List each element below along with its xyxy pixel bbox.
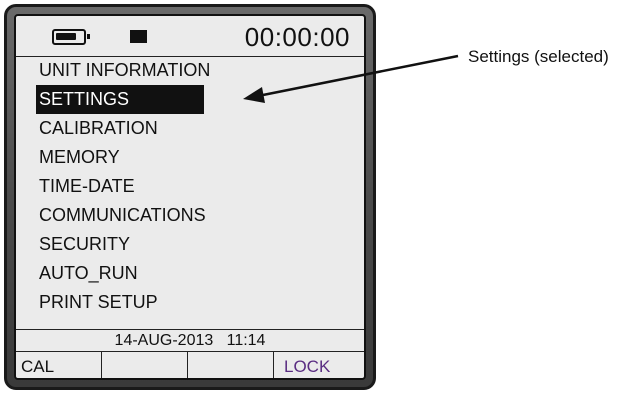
menu-item-unit-information[interactable]: UNIT INFORMATION — [36, 56, 213, 85]
menu-item-communications[interactable]: COMMUNICATIONS — [36, 201, 213, 230]
menu-item-settings[interactable]: SETTINGS — [36, 85, 204, 114]
status-bar: 00:00:00 — [16, 16, 364, 57]
softkey-3[interactable] — [188, 352, 274, 378]
main-menu: UNIT INFORMATION SETTINGS CALIBRATION ME… — [36, 56, 213, 317]
menu-item-time-date[interactable]: TIME-DATE — [36, 172, 213, 201]
softkey-cal[interactable]: CAL — [16, 352, 102, 378]
callout-label: Settings (selected) — [468, 47, 609, 66]
softkey-bar: CAL LOCK — [16, 352, 364, 378]
lcd-screen: 00:00:00 UNIT INFORMATION SETTINGS CALIB… — [14, 14, 366, 380]
menu-item-security[interactable]: SECURITY — [36, 230, 213, 259]
menu-item-calibration[interactable]: CALIBRATION — [36, 114, 213, 143]
figure: 00:00:00 UNIT INFORMATION SETTINGS CALIB… — [0, 0, 643, 397]
date-time-display: 14-AUG-2013 11:14 — [16, 329, 364, 352]
record-icon — [130, 30, 147, 43]
softkey-2[interactable] — [102, 352, 188, 378]
menu-item-print-setup[interactable]: PRINT SETUP — [36, 288, 213, 317]
menu-item-memory[interactable]: MEMORY — [36, 143, 213, 172]
softkey-lock[interactable]: LOCK — [274, 352, 364, 378]
menu-item-auto-run[interactable]: AUTO_RUN — [36, 259, 213, 288]
timer-display: 00:00:00 — [244, 22, 350, 52]
device-bezel: 00:00:00 UNIT INFORMATION SETTINGS CALIB… — [4, 4, 376, 390]
battery-icon — [52, 29, 90, 45]
